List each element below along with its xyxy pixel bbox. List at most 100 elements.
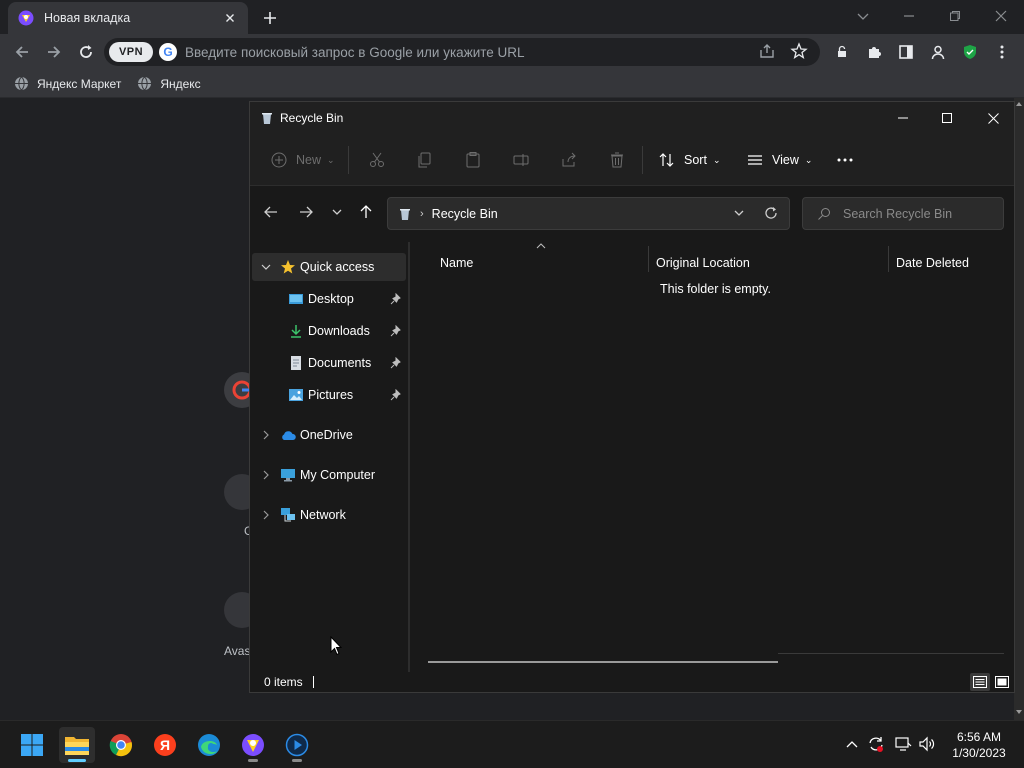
shortcut-label: Avas: [224, 644, 251, 658]
chevron-down-icon: ⌄: [712, 154, 721, 165]
column-header-date-deleted[interactable]: Date Deleted: [896, 248, 969, 278]
address-bar[interactable]: VPN G Введите поисковый запрос в Google …: [104, 38, 820, 66]
globe-icon: [14, 76, 29, 91]
share-icon[interactable]: [758, 42, 778, 62]
explorer-title-bar[interactable]: Recycle Bin: [250, 102, 1014, 134]
download-icon: [288, 323, 304, 339]
browser-logo-icon: [18, 10, 34, 26]
rename-button[interactable]: [512, 148, 530, 172]
tree-item-network[interactable]: Network: [252, 501, 406, 529]
new-tab-button[interactable]: [260, 8, 280, 28]
computer-icon: [280, 467, 296, 483]
extensions-puzzle-icon[interactable]: [864, 42, 884, 62]
view-button[interactable]: View ⌄: [746, 148, 812, 172]
show-hidden-icons-chevron-icon[interactable]: [843, 735, 861, 753]
pictures-icon: [288, 387, 304, 403]
browser-close-icon[interactable]: [987, 6, 1015, 26]
chevron-right-icon[interactable]: [260, 469, 272, 481]
address-dropdown-icon[interactable]: [733, 207, 745, 219]
chevron-down-icon[interactable]: [260, 261, 272, 273]
start-button[interactable]: [14, 727, 50, 763]
network-status-icon[interactable]: [894, 735, 912, 753]
taskbar-media-player[interactable]: [279, 727, 315, 763]
tree-item-onedrive[interactable]: OneDrive: [252, 421, 406, 449]
minimize-icon[interactable]: [880, 102, 926, 134]
bookmark-star-icon[interactable]: [790, 42, 810, 62]
extension-lock-icon[interactable]: [832, 42, 852, 62]
browser-restore-icon[interactable]: [941, 6, 969, 26]
new-button[interactable]: New ⌄: [270, 148, 335, 172]
chevron-right-icon[interactable]: [260, 429, 272, 441]
copy-button[interactable]: [416, 148, 434, 172]
browser-tab[interactable]: Новая вкладка: [8, 2, 248, 34]
tree-item-downloads[interactable]: Downloads: [252, 317, 406, 345]
sort-ascending-icon: [536, 242, 546, 250]
cut-button[interactable]: [368, 148, 386, 172]
browser-scrollbar[interactable]: [1014, 98, 1024, 720]
maximize-icon[interactable]: [924, 102, 970, 134]
tree-item-pictures[interactable]: Pictures: [252, 381, 406, 409]
recent-locations-chevron-icon[interactable]: [328, 203, 346, 221]
bookmark-yandex-market[interactable]: Яндекс Маркет: [14, 76, 121, 91]
breadcrumb-recycle-bin[interactable]: Recycle Bin: [432, 207, 498, 221]
taskbar-browser[interactable]: [235, 727, 271, 763]
profile-icon[interactable]: [928, 42, 948, 62]
refresh-icon[interactable]: [764, 206, 778, 220]
sync-icon[interactable]: [867, 735, 885, 753]
side-panel-icon[interactable]: [896, 42, 916, 62]
details-view-icon[interactable]: [970, 673, 990, 691]
volume-icon[interactable]: [918, 735, 936, 753]
close-window-icon[interactable]: [970, 102, 1016, 134]
file-explorer-window: Recycle Bin New ⌄ Sort ⌄ View ⌄ › Recycl…: [249, 101, 1015, 693]
taskbar-edge[interactable]: [191, 727, 227, 763]
pin-icon: [390, 357, 402, 369]
reload-icon[interactable]: [76, 42, 96, 62]
search-box[interactable]: Search Recycle Bin: [802, 197, 1004, 230]
mouse-cursor-icon: [330, 636, 342, 656]
large-icons-view-icon[interactable]: [992, 673, 1012, 691]
column-divider[interactable]: [648, 246, 649, 272]
column-header-name[interactable]: Name: [440, 248, 473, 278]
taskbar-file-explorer[interactable]: [59, 727, 95, 763]
taskbar-chrome[interactable]: [103, 727, 139, 763]
tree-item-quick-access[interactable]: Quick access: [252, 253, 406, 281]
more-options-button[interactable]: [836, 148, 854, 172]
browser-minimize-icon[interactable]: [895, 6, 923, 26]
up-arrow-icon[interactable]: [357, 203, 375, 221]
taskbar: Я 6:56 AM 1/30/2023: [0, 720, 1024, 768]
tree-item-desktop[interactable]: Desktop: [252, 285, 406, 313]
search-icon: [817, 207, 831, 221]
tree-item-my-computer[interactable]: My Computer: [252, 461, 406, 489]
horizontal-scrollbar[interactable]: [428, 661, 778, 663]
tree-item-documents[interactable]: Documents: [252, 349, 406, 377]
pane-splitter[interactable]: [408, 242, 410, 672]
back-arrow-icon[interactable]: [262, 203, 280, 221]
chevron-right-icon[interactable]: [260, 509, 272, 521]
browser-menu-icon[interactable]: [992, 42, 1012, 62]
system-clock[interactable]: 6:56 AM 1/30/2023: [944, 729, 1014, 761]
view-list-icon: [746, 151, 764, 169]
navigation-pane: Quick access Desktop Downloads Documents…: [250, 238, 408, 672]
security-shield-icon[interactable]: [960, 42, 980, 62]
column-header-original-location[interactable]: Original Location: [656, 248, 750, 278]
rename-icon: [512, 151, 530, 169]
close-tab-icon[interactable]: [222, 10, 238, 26]
breadcrumb-chevron-icon[interactable]: ›: [420, 208, 424, 220]
share-button[interactable]: [560, 148, 578, 172]
delete-button[interactable]: [608, 148, 626, 172]
taskbar-yandex[interactable]: Я: [147, 727, 183, 763]
bookmark-yandex[interactable]: Яндекс: [137, 76, 201, 91]
file-list-pane: Name Original Location Date Deleted This…: [412, 238, 1014, 672]
tab-search-icon[interactable]: [849, 6, 877, 26]
paste-button[interactable]: [464, 148, 482, 172]
address-breadcrumb[interactable]: › Recycle Bin: [387, 197, 790, 230]
forward-arrow-icon[interactable]: [297, 203, 315, 221]
column-divider[interactable]: [888, 246, 889, 272]
back-arrow-icon[interactable]: [12, 42, 32, 62]
forward-arrow-icon[interactable]: [44, 42, 64, 62]
scrollbar-track: [778, 653, 1004, 654]
sort-button[interactable]: Sort ⌄: [658, 148, 720, 172]
status-divider: [312, 676, 314, 688]
vpn-badge[interactable]: VPN: [109, 42, 153, 62]
sort-icon: [658, 151, 676, 169]
